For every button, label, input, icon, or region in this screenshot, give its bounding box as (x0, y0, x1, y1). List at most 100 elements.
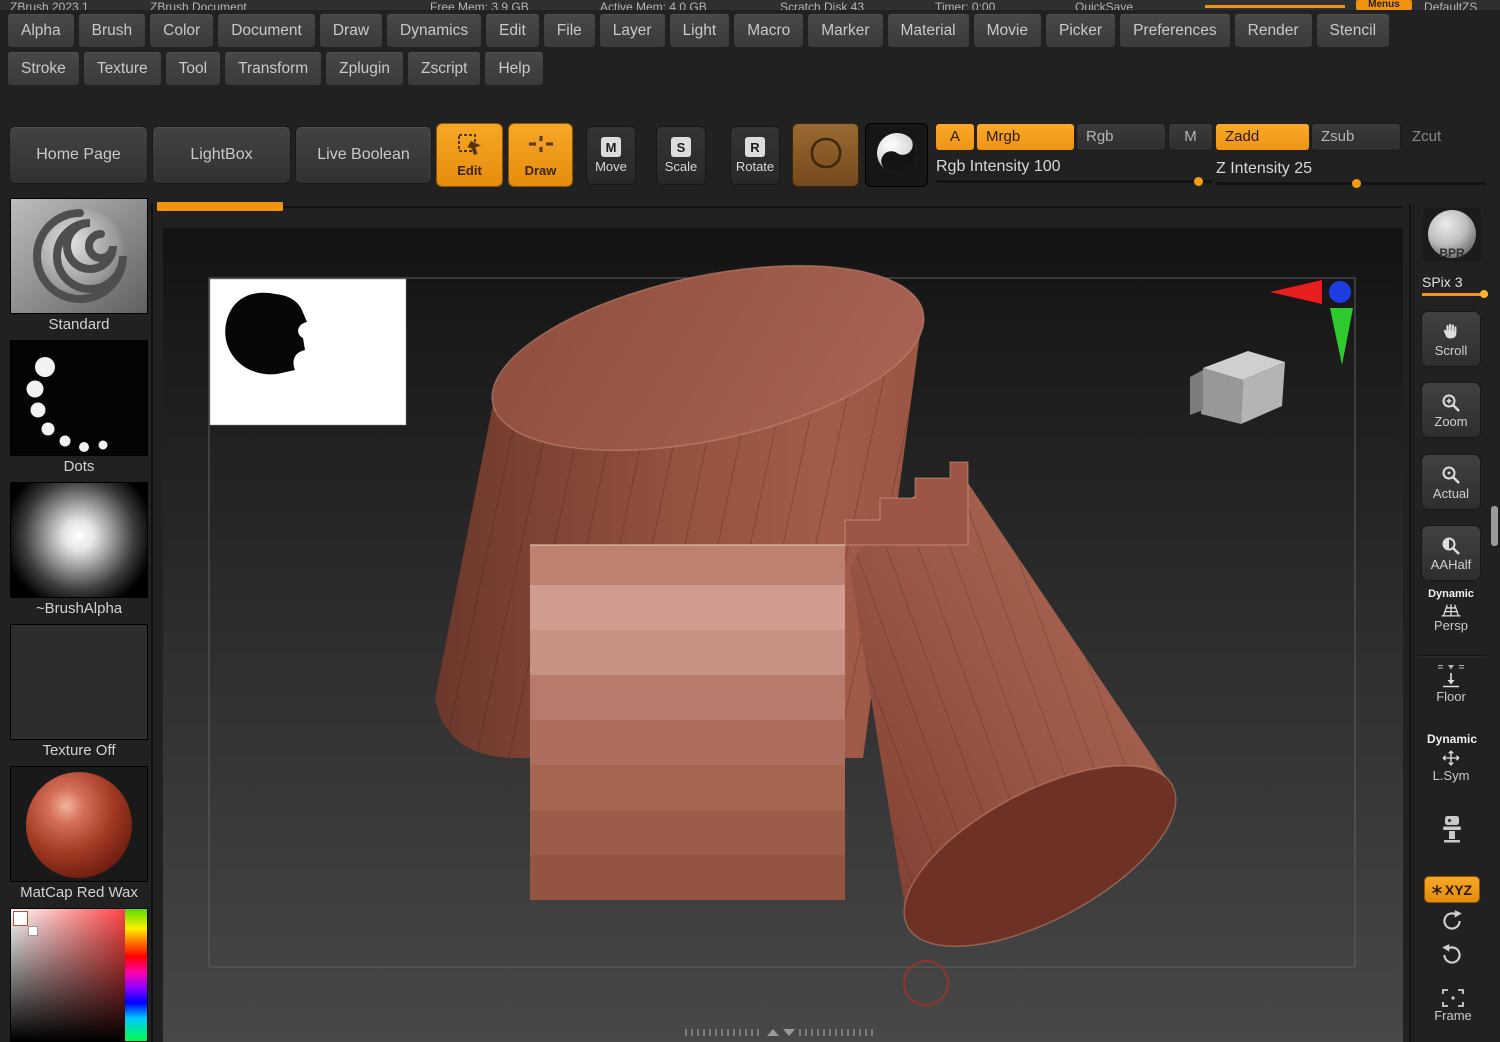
brush-thumbnail[interactable] (10, 198, 148, 314)
actual-button[interactable]: Actual (1422, 455, 1480, 509)
zcut-toggle[interactable]: Zcut (1412, 128, 1441, 145)
material-sphere-button[interactable] (866, 124, 927, 186)
record-turntable-button[interactable] (1436, 813, 1468, 845)
z-intensity-slider[interactable]: Z Intensity 25 (1216, 160, 1486, 185)
menu-item[interactable]: Alpha (8, 14, 74, 47)
draw-button[interactable]: Draw (509, 124, 572, 186)
menu-item[interactable]: Texture (84, 52, 161, 85)
axis-gizmo[interactable] (1270, 280, 1353, 365)
axis-y-cone[interactable] (1330, 308, 1353, 365)
menu-item[interactable]: Preferences (1120, 14, 1230, 47)
left-tray-divider (151, 203, 153, 1042)
texture-thumbnail[interactable] (10, 624, 148, 740)
rgb-toggle[interactable]: Rgb (1077, 124, 1165, 150)
floor-button[interactable]: Floor (1422, 663, 1480, 704)
draw-icon (528, 132, 554, 161)
frame-button[interactable]: Frame (1425, 988, 1481, 1023)
menu-item[interactable]: Stencil (1317, 14, 1390, 47)
axis-x-arrow[interactable] (1270, 280, 1322, 304)
axis-z-dot[interactable] (1329, 281, 1351, 303)
z-intensity-knob[interactable] (1352, 179, 1361, 188)
rgb-intensity-slider[interactable]: Rgb Intensity 100 (936, 158, 1212, 183)
scroll-button[interactable]: Scroll (1422, 312, 1480, 366)
hue-strip[interactable] (125, 909, 147, 1041)
menu-item[interactable]: Zscript (408, 52, 481, 85)
scale-button[interactable]: S Scale (657, 127, 705, 184)
current-color-swatch[interactable] (13, 911, 28, 926)
menu-item[interactable]: Brush (79, 14, 146, 47)
mrgb-toggle[interactable]: Mrgb (977, 124, 1074, 150)
scrollbar-arrows-icon[interactable] (766, 1028, 796, 1037)
menu-item[interactable]: Transform (225, 52, 321, 85)
menu-item[interactable]: Help (485, 52, 543, 85)
persp-dynamic-label: Dynamic (1428, 588, 1474, 600)
menu-item[interactable]: Marker (808, 14, 882, 47)
color-picker[interactable] (10, 908, 148, 1042)
lightbox-button[interactable]: LightBox (153, 127, 290, 183)
menu-item[interactable]: Tool (166, 52, 220, 85)
tray-handle-bar[interactable] (157, 202, 283, 211)
persp-button[interactable]: Dynamic Persp (1419, 588, 1483, 633)
spix-knob[interactable] (1480, 290, 1488, 298)
hand-icon (1440, 321, 1462, 343)
rgb-intensity-knob[interactable] (1194, 177, 1203, 186)
alpha-thumbnail[interactable] (10, 482, 148, 598)
lsym-button[interactable]: L.Sym (1422, 748, 1480, 783)
rotate-cw-button[interactable] (1439, 942, 1465, 968)
alpha-picker[interactable]: ~BrushAlpha (10, 482, 148, 617)
rotate-button[interactable]: R Rotate (731, 127, 779, 184)
menu-item[interactable]: Draw (320, 14, 382, 47)
canvas-scrollbar[interactable] (685, 1027, 882, 1037)
active-mem: Active Mem: 4.0 GB (600, 0, 707, 10)
default-tool: DefaultZS (1424, 0, 1477, 10)
bpr-button[interactable]: BPR (1423, 208, 1481, 262)
aahalf-button[interactable]: AAHalf (1422, 526, 1480, 580)
current-material-button[interactable] (793, 124, 858, 186)
menu-item[interactable]: Zplugin (326, 52, 403, 85)
masked-region (530, 545, 845, 900)
xyz-button[interactable]: XYZ (1425, 877, 1479, 902)
spix-slider[interactable]: SPix 3 (1422, 274, 1488, 296)
edit-icon (457, 132, 483, 161)
menu-item[interactable]: Stroke (8, 52, 79, 85)
menu-item[interactable]: Color (150, 14, 213, 47)
quicksave-button[interactable]: QuickSave (1075, 0, 1133, 10)
stroke-picker[interactable]: Dots (10, 340, 148, 475)
material-picker[interactable]: MatCap Red Wax (10, 766, 148, 901)
z-intensity-track[interactable] (1216, 182, 1486, 185)
move-button[interactable]: M Move (587, 127, 635, 184)
m-toggle[interactable]: M (1169, 124, 1212, 150)
menu-item[interactable]: Layer (600, 14, 665, 47)
secondary-color-swatch[interactable] (28, 926, 38, 936)
zsub-toggle[interactable]: Zsub (1312, 124, 1400, 150)
color-a-toggle[interactable]: A (936, 124, 974, 150)
spix-track[interactable] (1422, 293, 1488, 296)
rgb-intensity-track[interactable] (936, 180, 1212, 183)
rotate-ccw-button[interactable] (1439, 908, 1465, 934)
menu-item[interactable]: Render (1235, 14, 1312, 47)
menus-button[interactable]: Menus (1356, 0, 1412, 10)
brush-picker[interactable]: Standard (10, 198, 148, 333)
menu-item[interactable]: Macro (734, 14, 803, 47)
menu-item[interactable]: Movie (974, 14, 1041, 47)
menu-item[interactable]: Light (670, 14, 730, 47)
scrollbar-dashes-right[interactable] (799, 1029, 877, 1036)
material-thumbnail[interactable] (10, 766, 148, 882)
menu-item[interactable]: Picker (1046, 14, 1115, 47)
texture-picker[interactable]: Texture Off (10, 624, 148, 759)
menu-item[interactable]: File (544, 14, 595, 47)
menu-item[interactable]: Material (888, 14, 969, 47)
menu-item[interactable]: Dynamics (387, 14, 481, 47)
tray-resize-handle[interactable] (1491, 506, 1498, 546)
home-page-button[interactable]: Home Page (10, 127, 147, 183)
document-canvas[interactable] (163, 228, 1403, 1042)
titlebar-slider[interactable] (1205, 5, 1345, 8)
live-boolean-button[interactable]: Live Boolean (296, 127, 431, 183)
menu-item[interactable]: Edit (486, 14, 539, 47)
scrollbar-dashes-left[interactable] (685, 1029, 763, 1036)
stroke-thumbnail[interactable] (10, 340, 148, 456)
zoom-button[interactable]: Zoom (1422, 383, 1480, 437)
edit-button[interactable]: Edit (437, 124, 502, 186)
menu-item[interactable]: Document (218, 14, 315, 47)
zadd-toggle[interactable]: Zadd (1216, 124, 1309, 150)
